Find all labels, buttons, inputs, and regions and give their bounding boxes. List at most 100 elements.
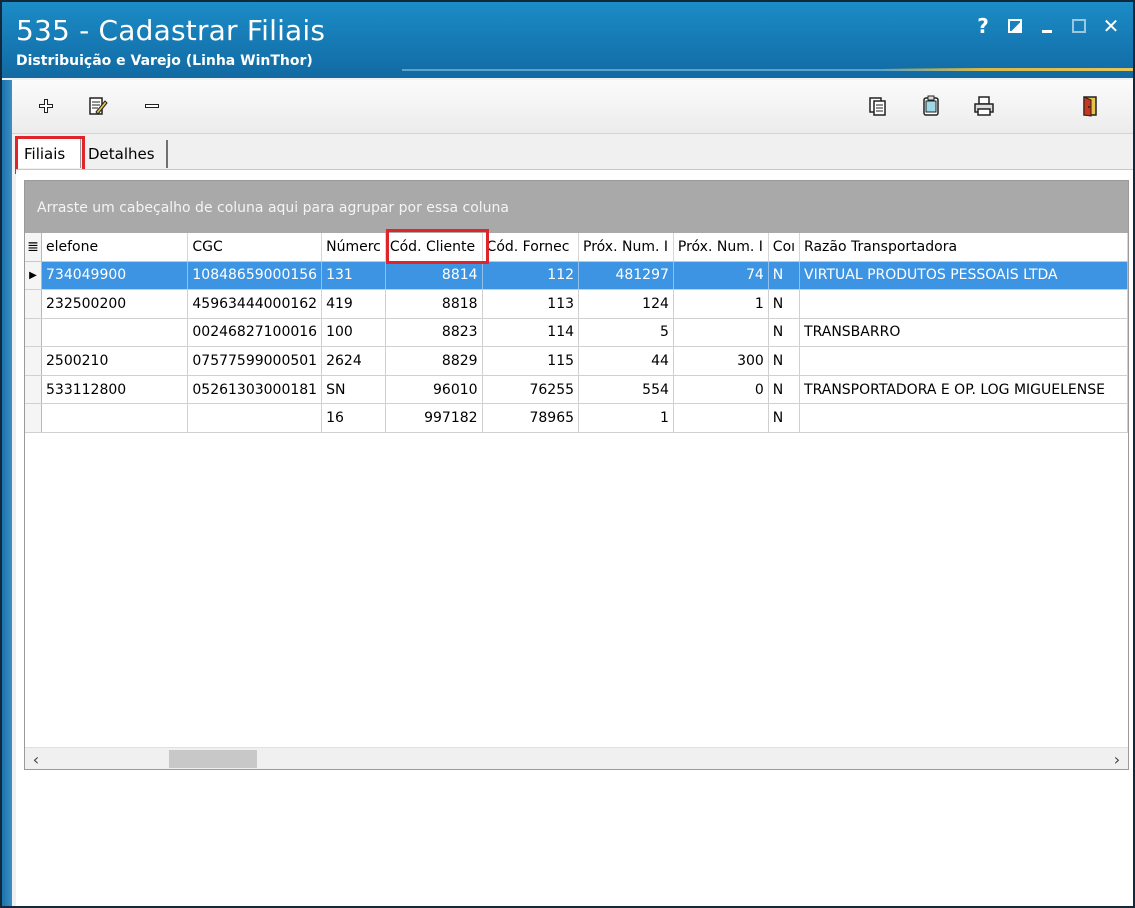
row-indicator[interactable] xyxy=(25,289,42,319)
horizontal-scrollbar[interactable]: ‹ › xyxy=(25,747,1128,769)
maximize-button[interactable] xyxy=(1063,12,1095,40)
table-cell[interactable]: 44 xyxy=(578,346,674,376)
table-cell[interactable]: 8818 xyxy=(385,289,483,319)
table-cell[interactable]: 100 xyxy=(321,318,386,348)
window-subtitle: Distribuição e Varejo (Linha WinThor) xyxy=(16,53,313,69)
edit-button[interactable] xyxy=(86,94,110,118)
table-cell[interactable]: VIRTUAL PRODUTOS PESSOAIS LTDA xyxy=(799,261,1128,291)
table-cell[interactable] xyxy=(41,403,189,434)
scroll-right-icon[interactable]: › xyxy=(1106,748,1128,769)
column-header[interactable]: Coı xyxy=(768,233,801,262)
column-header[interactable]: CGC xyxy=(187,233,323,262)
table-cell[interactable]: 112 xyxy=(482,261,580,291)
help-button[interactable]: ? xyxy=(967,12,999,40)
table-cell[interactable] xyxy=(799,289,1128,319)
table-cell[interactable]: 734049900 xyxy=(41,261,189,291)
table-cell[interactable]: 16 xyxy=(321,403,386,434)
table-cell[interactable]: TRANSBARRO xyxy=(799,318,1128,348)
column-header[interactable]: Próx. Num. I xyxy=(673,233,769,262)
table-cell[interactable]: N xyxy=(768,289,801,319)
copy-button[interactable] xyxy=(866,94,890,118)
row-indicator[interactable] xyxy=(25,318,42,348)
table-cell[interactable]: N xyxy=(768,318,801,348)
table-cell[interactable]: TRANSPORTADORA E OP. LOG MIGUELENSE xyxy=(799,375,1128,405)
column-chooser-icon[interactable]: ≣ xyxy=(25,233,42,262)
remove-button[interactable] xyxy=(140,94,164,118)
table-cell[interactable]: 997182 xyxy=(385,403,483,434)
table-cell[interactable] xyxy=(187,403,323,434)
row-indicator[interactable] xyxy=(25,403,42,434)
column-header[interactable]: elefone xyxy=(41,233,189,262)
table-cell[interactable] xyxy=(673,403,769,434)
table-cell[interactable]: 8814 xyxy=(385,261,483,291)
table-cell[interactable] xyxy=(41,318,189,348)
tab-filiais[interactable]: Filiais xyxy=(17,138,81,168)
table-cell[interactable] xyxy=(673,318,769,348)
table-cell[interactable]: 96010 xyxy=(385,375,483,405)
table-cell[interactable]: 1 xyxy=(578,403,674,434)
add-button[interactable] xyxy=(34,94,58,118)
tab-detalhes[interactable]: Detalhes xyxy=(82,140,168,168)
table-cell[interactable]: 131 xyxy=(321,261,386,291)
column-header[interactable]: Númerc xyxy=(321,233,386,262)
row-indicator-icon[interactable]: ▶ xyxy=(25,261,42,291)
table-cell[interactable]: 07577599000501 xyxy=(187,346,323,376)
table-cell[interactable]: 8823 xyxy=(385,318,483,348)
title-bar[interactable]: 535 - Cadastrar Filiais Distribuição e V… xyxy=(2,2,1133,78)
table-cell[interactable]: 232500200 xyxy=(41,289,189,319)
table-cell[interactable]: 0 xyxy=(673,375,769,405)
table-cell[interactable]: N xyxy=(768,403,801,434)
column-header-cod-cliente[interactable]: Cód. Cliente xyxy=(385,233,483,262)
table-cell[interactable]: 10848659000156 xyxy=(187,261,323,291)
table-row[interactable]: ▶ 734049900 10848659000156 131 8814 112 481297… xyxy=(25,261,1128,291)
table-row[interactable]: 533112800 05261303000181 SN 96010 76255 554 0 N… xyxy=(25,375,1128,405)
column-header[interactable]: Razão Transportadora xyxy=(799,233,1128,262)
minimize-button[interactable] xyxy=(1031,12,1063,40)
table-row[interactable]: 232500200 45963444000162 419 8818 113 124 1 N xyxy=(25,289,1128,319)
table-row[interactable]: 2500210 07577599000501 2624 8829 115 44 300 N xyxy=(25,346,1128,376)
exit-button[interactable] xyxy=(1078,94,1102,118)
table-cell[interactable]: 113 xyxy=(482,289,580,319)
table-cell[interactable]: 05261303000181 xyxy=(187,375,323,405)
table-cell[interactable]: N xyxy=(768,346,801,376)
table-cell[interactable]: 00246827100016 xyxy=(187,318,323,348)
table-cell[interactable]: 1 xyxy=(673,289,769,319)
tab-label: Detalhes xyxy=(88,145,155,163)
table-cell[interactable]: 45963444000162 xyxy=(187,289,323,319)
row-indicator[interactable] xyxy=(25,375,42,405)
table-cell[interactable]: 2624 xyxy=(321,346,386,376)
table-cell[interactable]: 76255 xyxy=(482,375,580,405)
table-cell[interactable]: N xyxy=(768,375,801,405)
table-row[interactable]: 00246827100016 100 8823 114 5 N TRANSBARRO xyxy=(25,318,1128,348)
print-button[interactable] xyxy=(972,94,996,118)
notes-button[interactable] xyxy=(919,94,943,118)
table-cell[interactable]: 114 xyxy=(482,318,580,348)
column-header[interactable]: Cód. Fornec xyxy=(482,233,580,262)
table-cell[interactable]: 78965 xyxy=(482,403,580,434)
print-icon xyxy=(974,96,994,116)
table-cell[interactable]: 8829 xyxy=(385,346,483,376)
table-cell[interactable] xyxy=(799,346,1128,376)
table-cell[interactable]: 5 xyxy=(578,318,674,348)
minimize-icon xyxy=(1042,29,1052,33)
table-cell[interactable]: 115 xyxy=(482,346,580,376)
table-row[interactable]: 16 997182 78965 1 N xyxy=(25,403,1128,434)
table-cell[interactable]: 554 xyxy=(578,375,674,405)
table-cell[interactable]: 2500210 xyxy=(41,346,189,376)
table-cell[interactable]: 481297 xyxy=(578,261,674,291)
group-by-area[interactable]: Arraste um cabeçalho de coluna aqui para… xyxy=(25,181,1128,233)
table-cell[interactable]: N xyxy=(768,261,801,291)
theme-button[interactable] xyxy=(999,12,1031,40)
scroll-left-icon[interactable]: ‹ xyxy=(25,748,47,769)
table-cell[interactable]: 124 xyxy=(578,289,674,319)
close-button[interactable]: ✕ xyxy=(1095,12,1127,40)
table-cell[interactable]: 74 xyxy=(673,261,769,291)
scroll-thumb[interactable] xyxy=(169,750,257,768)
table-cell[interactable]: 533112800 xyxy=(41,375,189,405)
table-cell[interactable]: 300 xyxy=(673,346,769,376)
table-cell[interactable] xyxy=(799,403,1128,434)
column-header[interactable]: Próx. Num. I xyxy=(578,233,674,262)
table-cell[interactable]: 419 xyxy=(321,289,386,319)
row-indicator[interactable] xyxy=(25,346,42,376)
table-cell[interactable]: SN xyxy=(321,375,386,405)
